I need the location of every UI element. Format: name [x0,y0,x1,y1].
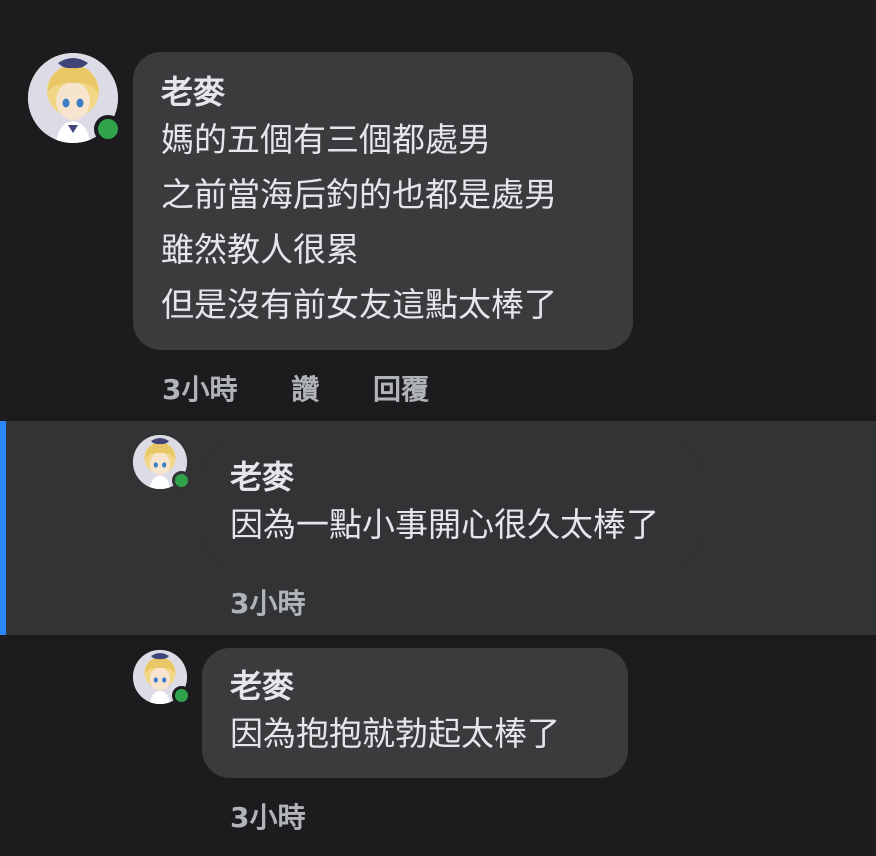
comment-actions: 3小時 [230,582,349,622]
comment-timestamp[interactable]: 3小時 [162,373,237,406]
avatar[interactable] [28,53,122,143]
comment-timestamp[interactable]: 3小時 [230,587,305,620]
comment-text-line: 之前當海后釣的也都是處男 [161,175,557,214]
comment-actions: 3小時 讚 回覆 [162,368,473,408]
comment-author[interactable]: 老麥 [161,72,605,112]
online-status-icon [172,686,191,705]
like-button[interactable]: 讚 [291,373,319,406]
comment-text-line: 因為一點小事開心很久太棒了 [230,505,659,544]
online-status-icon [172,471,191,490]
comment-text-line: 因為抱抱就勃起太棒了 [230,714,560,753]
comment-bubble[interactable]: 老麥 因為抱抱就勃起太棒了 [202,648,628,778]
comment-bubble[interactable]: 老麥 媽的五個有三個都處男 之前當海后釣的也都是處男 雖然教人很累 但是沒有前女… [133,52,633,350]
comment-timestamp[interactable]: 3小時 [230,801,305,834]
comment-actions: 3小時 [230,796,349,836]
comment-text-line: 雖然教人很累 [161,230,359,269]
comment-author[interactable]: 老麥 [230,666,600,706]
comment-bubble[interactable]: 老麥 因為一點小事開心很久太棒了 [202,445,702,563]
comment-thread: 老麥 媽的五個有三個都處男 之前當海后釣的也都是處男 雖然教人很累 但是沒有前女… [0,0,876,856]
avatar[interactable] [133,650,191,705]
comment-author[interactable]: 老麥 [230,457,674,497]
reply-button[interactable]: 回覆 [373,373,429,406]
avatar[interactable] [133,435,191,490]
online-status-icon [94,115,122,143]
highlight-indicator [0,421,6,635]
comment-text-line: 媽的五個有三個都處男 [161,120,491,159]
comment-text-line: 但是沒有前女友這點太棒了 [161,285,557,324]
